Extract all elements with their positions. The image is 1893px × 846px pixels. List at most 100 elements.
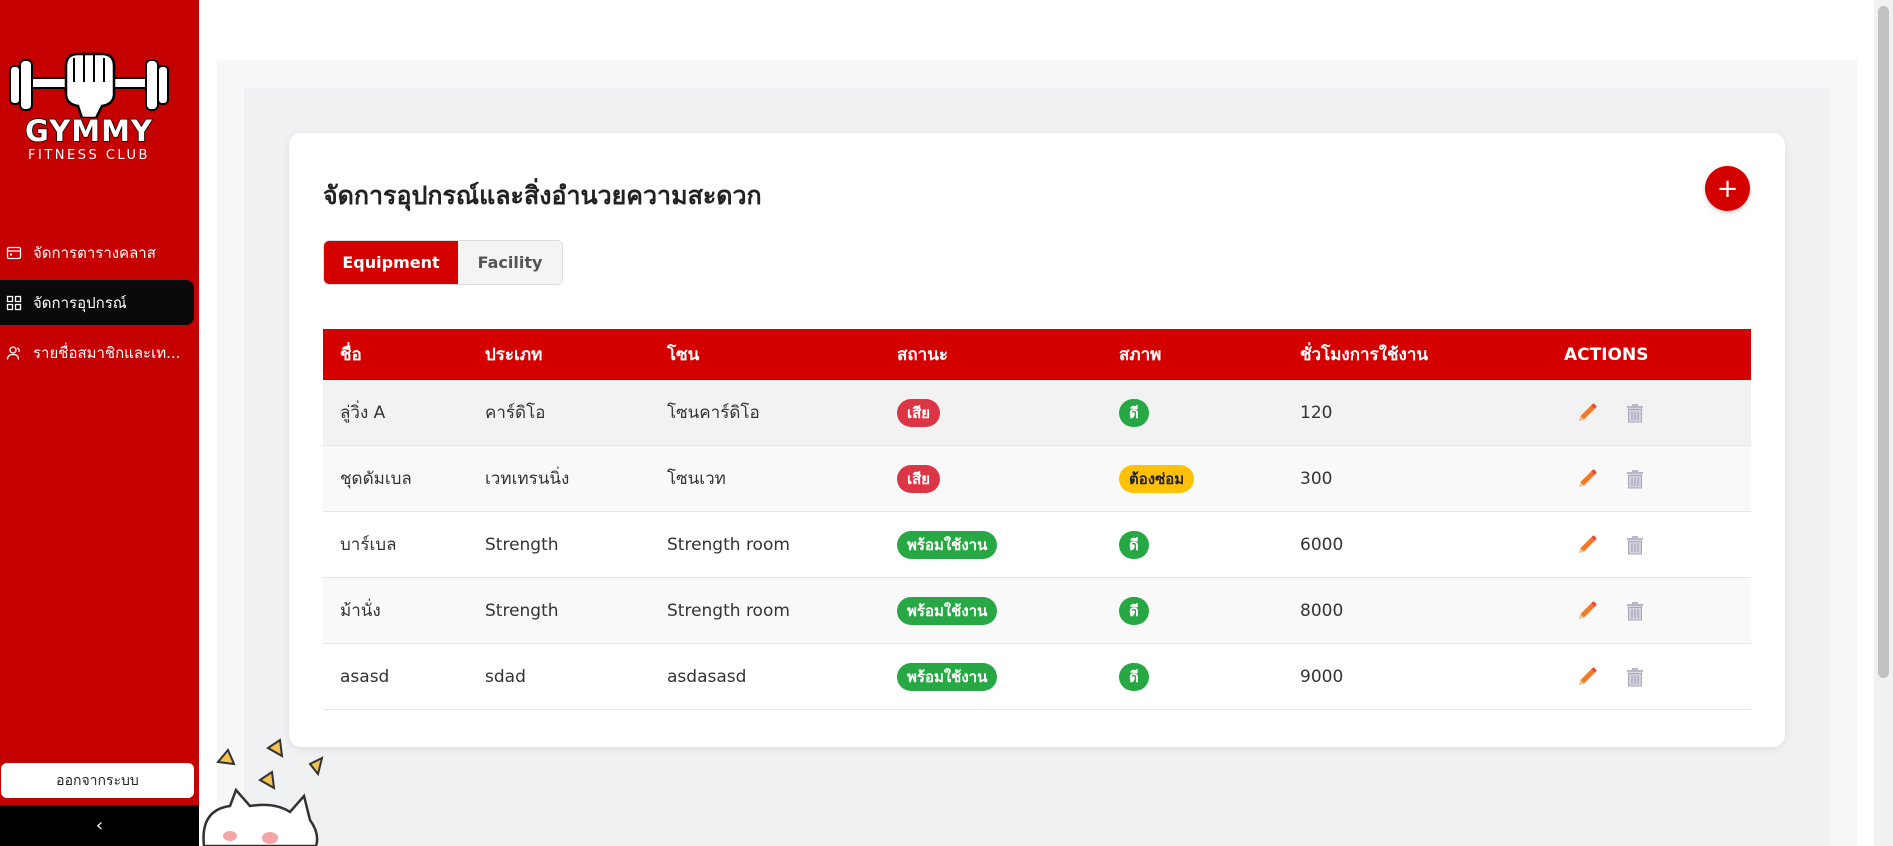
cell-status: เสีย xyxy=(897,398,1119,427)
status-badge: เสีย xyxy=(897,464,941,493)
cell-type: Strength xyxy=(485,600,559,621)
scrollbar-thumb[interactable] xyxy=(1878,6,1889,678)
plus-icon: + xyxy=(1716,173,1739,204)
cell-type: Strength xyxy=(485,534,559,555)
table-row: ลู่วิ่ง A คาร์ดิโอ โซนคาร์ดิโอ เสีย ดี 120 xyxy=(323,380,1751,446)
dumbbell-fist-icon xyxy=(9,52,169,118)
status-badge: พร้อมใช้งาน xyxy=(897,662,998,691)
table-body: ลู่วิ่ง A คาร์ดิโอ โซนคาร์ดิโอ เสีย ดี 120 ชุด… xyxy=(323,380,1751,710)
cell-name: asasd xyxy=(340,666,390,687)
equipment-card: จัดการอุปกรณ์และสิ่งอำนวยความสะดวก + Equ… xyxy=(289,133,1785,747)
cell-actions xyxy=(1564,530,1751,560)
cell-usage-hours: 300 xyxy=(1300,468,1333,489)
cell-condition: ต้องซ่อม xyxy=(1119,464,1300,493)
table-header: ชื่อ ประเภท โซน สถานะ สภาพ ชั่วโมงการใช้… xyxy=(323,329,1751,380)
brand-name: GYMMY xyxy=(24,113,153,149)
column-header-condition: สภาพ xyxy=(1119,345,1162,365)
delete-button[interactable] xyxy=(1620,398,1650,428)
cell-condition: ดี xyxy=(1119,596,1300,625)
table-row: บาร์เบล Strength Strength room พร้อมใช้งาน ด… xyxy=(323,512,1751,578)
condition-badge: ต้องซ่อม xyxy=(1119,464,1195,493)
sidebar-item-label: รายชื่อสมาชิกและเท... xyxy=(33,343,181,362)
cell-condition: ดี xyxy=(1119,398,1300,427)
brand-subtitle: FITNESS CLUB xyxy=(28,148,150,163)
cell-status: เสีย xyxy=(897,464,1119,493)
equipment-table: ชื่อ ประเภท โซน สถานะ สภาพ ชั่วโมงการใช้… xyxy=(323,329,1751,710)
cell-actions xyxy=(1564,464,1751,494)
sidebar-item-members[interactable]: รายชื่อสมาชิกและเท... xyxy=(0,330,194,375)
table-row: ม้านั่ง Strength Strength room พร้อมใช้งาน ด… xyxy=(323,578,1751,644)
delete-button[interactable] xyxy=(1620,464,1650,494)
pencil-icon xyxy=(1579,601,1597,619)
cell-status: พร้อมใช้งาน xyxy=(897,596,1119,625)
condition-badge: ดี xyxy=(1119,530,1149,559)
edit-button[interactable] xyxy=(1572,530,1602,560)
cell-actions xyxy=(1564,662,1751,692)
cell-status: พร้อมใช้งาน xyxy=(897,662,1119,691)
pencil-icon xyxy=(1579,403,1597,421)
sidebar-item-label: จัดการตารางคลาส xyxy=(33,243,156,262)
status-badge: พร้อมใช้งาน xyxy=(897,596,998,625)
trash-icon xyxy=(1627,403,1643,422)
status-badge: พร้อมใช้งาน xyxy=(897,530,998,559)
cell-name: ม้านั่ง xyxy=(340,601,381,621)
add-equipment-button[interactable]: + xyxy=(1705,166,1750,211)
tab-bar: Equipment Facility xyxy=(323,240,563,285)
condition-badge: ดี xyxy=(1119,398,1149,427)
table-row: ชุดดัมเบล เวทเทรนนิ่ง โซนเวท เสีย ต้องซ่อม 30… xyxy=(323,446,1751,512)
grid-icon xyxy=(6,295,22,310)
trash-icon xyxy=(1627,469,1643,488)
cell-type: sdad xyxy=(485,666,526,687)
delete-button[interactable] xyxy=(1620,662,1650,692)
delete-button[interactable] xyxy=(1620,530,1650,560)
edit-button[interactable] xyxy=(1572,398,1602,428)
cell-type: เวทเทรนนิ่ง xyxy=(485,469,570,489)
cell-usage-hours: 6000 xyxy=(1300,534,1344,555)
cell-zone: โซนเวท xyxy=(667,469,726,489)
cell-name: ลู่วิ่ง A xyxy=(340,403,386,423)
collapse-sidebar-button[interactable]: ‹ xyxy=(0,805,199,846)
pencil-icon xyxy=(1579,667,1597,685)
cell-usage-hours: 9000 xyxy=(1300,666,1344,687)
trash-icon xyxy=(1627,667,1643,686)
trash-icon xyxy=(1627,535,1643,554)
cat-mascot-image xyxy=(202,738,324,846)
cell-condition: ดี xyxy=(1119,530,1300,559)
sidebar-item-class-schedule[interactable]: จัดการตารางคลาส xyxy=(0,230,194,275)
trash-icon xyxy=(1627,601,1643,620)
cell-zone: Strength room xyxy=(667,534,790,555)
sidebar-item-equipment[interactable]: จัดการอุปกรณ์ xyxy=(0,280,194,325)
cell-status: พร้อมใช้งาน xyxy=(897,530,1119,559)
delete-button[interactable] xyxy=(1620,596,1650,626)
column-header-name: ชื่อ xyxy=(340,345,362,365)
pencil-icon xyxy=(1579,469,1597,487)
sidebar: GYMMY FITNESS CLUB จัดการตารางคลาส จัดกา… xyxy=(0,0,199,846)
column-header-type: ประเภท xyxy=(485,345,543,365)
edit-button[interactable] xyxy=(1572,596,1602,626)
sidebar-item-label: จัดการอุปกรณ์ xyxy=(33,293,127,312)
cell-actions xyxy=(1564,398,1751,428)
column-header-actions: ACTIONS xyxy=(1564,344,1649,365)
tab-facility[interactable]: Facility xyxy=(458,241,562,284)
calendar-icon xyxy=(6,246,22,259)
column-header-usage-hours: ชั่วโมงการใช้งาน xyxy=(1300,345,1428,365)
cell-zone: โซนคาร์ดิโอ xyxy=(667,403,760,423)
pencil-icon xyxy=(1579,535,1597,553)
edit-button[interactable] xyxy=(1572,464,1602,494)
cell-usage-hours: 8000 xyxy=(1300,600,1344,621)
logout-button[interactable]: ออกจากระบบ xyxy=(1,763,194,798)
cell-usage-hours: 120 xyxy=(1300,402,1333,423)
cell-name: บาร์เบล xyxy=(340,535,397,555)
sidebar-nav: จัดการตารางคลาส จัดการอุปกรณ์ รายชื่อสมา… xyxy=(0,230,194,380)
cell-actions xyxy=(1564,596,1751,626)
condition-badge: ดี xyxy=(1119,662,1149,691)
gymmy-logo: GYMMY FITNESS CLUB xyxy=(4,48,174,166)
cell-name: ชุดดัมเบล xyxy=(340,469,412,489)
users-icon xyxy=(6,345,20,360)
cell-condition: ดี xyxy=(1119,662,1300,691)
chevron-left-icon: ‹ xyxy=(95,815,104,836)
tab-equipment[interactable]: Equipment xyxy=(324,241,458,284)
cell-zone: asdasasd xyxy=(667,666,747,687)
edit-button[interactable] xyxy=(1572,662,1602,692)
column-header-status: สถานะ xyxy=(897,345,948,365)
